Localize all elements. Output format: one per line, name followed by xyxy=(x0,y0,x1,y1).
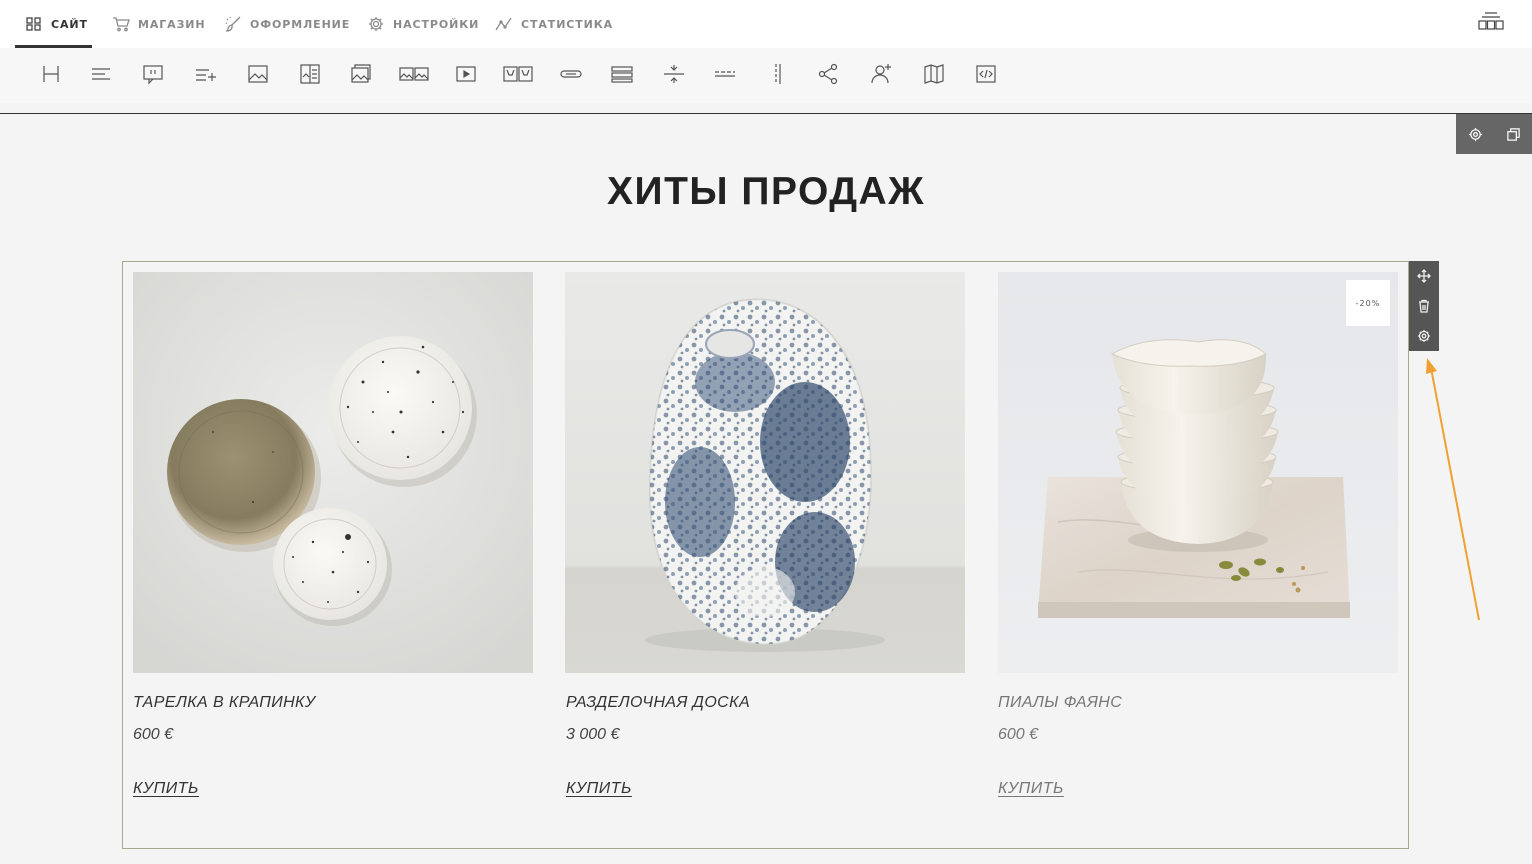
product-image-plates[interactable] xyxy=(133,272,533,673)
product-name[interactable]: ПИАЛЫ ФАЯНС xyxy=(998,694,1122,712)
trash-icon xyxy=(1419,299,1429,313)
tab-design[interactable]: ОФОРМЛЕНИЕ xyxy=(224,0,350,48)
team-icon xyxy=(871,64,891,84)
product-price: 3 000 € xyxy=(566,726,620,743)
toolbar-divider xyxy=(0,113,1532,114)
gear-icon xyxy=(1418,330,1430,342)
buy-button[interactable]: КУПИТЬ xyxy=(998,780,1064,798)
block-toolbar xyxy=(0,48,1532,103)
list-tool[interactable] xyxy=(194,62,218,86)
discount-badge: -20% xyxy=(1346,280,1390,326)
image-text-icon xyxy=(300,64,320,84)
product-price: 600 € xyxy=(133,726,174,743)
tab-statistics[interactable]: СТАТИСТИКА xyxy=(495,0,613,48)
button-tool[interactable] xyxy=(559,62,583,86)
heading-tool[interactable] xyxy=(39,62,63,86)
form-tool[interactable] xyxy=(610,62,634,86)
tab-settings-label: НАСТРОЙКИ xyxy=(393,17,480,31)
spacer-tool[interactable] xyxy=(662,62,686,86)
product-price: 600 € xyxy=(998,726,1039,743)
quote-tool[interactable] xyxy=(141,62,165,86)
spacer-icon xyxy=(664,65,684,83)
product-block-controls xyxy=(1409,261,1439,351)
tab-site-label: САЙТ xyxy=(51,17,88,31)
tab-shop[interactable]: МАГАЗИН xyxy=(112,0,206,48)
gallery-icon xyxy=(351,64,371,83)
carousel-tool[interactable] xyxy=(399,62,429,86)
code-icon xyxy=(976,65,996,83)
divider-icon xyxy=(715,71,735,77)
move-button[interactable] xyxy=(1409,261,1439,291)
brush-icon xyxy=(225,16,241,32)
buy-button[interactable]: КУПИТЬ xyxy=(566,780,632,798)
video-icon xyxy=(456,66,476,82)
quote-icon xyxy=(143,65,163,85)
share-tool[interactable] xyxy=(816,62,840,86)
video-tool[interactable] xyxy=(454,62,478,86)
tab-settings[interactable]: НАСТРОЙКИ xyxy=(367,0,479,48)
button-icon xyxy=(560,70,582,78)
product-image-bowls[interactable] xyxy=(998,272,1398,673)
tab-design-label: ОФОРМЛЕНИЕ xyxy=(250,17,351,31)
columns-icon xyxy=(775,64,781,84)
chart-icon xyxy=(495,17,512,31)
products-icon xyxy=(503,66,533,82)
tab-shop-label: МАГАЗИН xyxy=(138,17,206,31)
grid-icon xyxy=(26,17,41,31)
tab-statistics-label: СТАТИСТИКА xyxy=(521,17,614,31)
move-icon xyxy=(1417,269,1431,283)
map-tool[interactable] xyxy=(922,62,946,86)
image-text-tool[interactable] xyxy=(298,62,322,86)
carousel-icon xyxy=(399,67,429,81)
section-title[interactable]: ХИТЫ ПРОДАЖ xyxy=(0,170,1532,214)
heading-icon xyxy=(43,66,59,82)
divider-tool[interactable] xyxy=(713,62,737,86)
text-tool[interactable] xyxy=(89,62,113,86)
delete-button[interactable] xyxy=(1409,291,1439,321)
image-tool[interactable] xyxy=(246,62,270,86)
columns-tool[interactable] xyxy=(766,62,790,86)
cart-icon xyxy=(113,17,130,32)
annotation-arrow xyxy=(1426,358,1480,621)
gallery-tool[interactable] xyxy=(349,62,373,86)
store-logo-icon[interactable] xyxy=(1476,10,1506,34)
product-name[interactable]: ТАРЕЛКА В КРАПИНКУ xyxy=(133,694,316,712)
list-icon xyxy=(196,69,216,81)
top-navigation: САЙТ МАГАЗИН ОФОРМЛЕНИЕ НАСТРОЙКИ СТАТИС… xyxy=(0,0,1532,48)
image-icon xyxy=(248,65,268,83)
products-tool[interactable] xyxy=(503,62,533,86)
copy-icon xyxy=(1506,127,1520,141)
block-settings-button[interactable] xyxy=(1456,114,1494,154)
product-name[interactable]: РАЗДЕЛОЧНАЯ ДОСКА xyxy=(566,694,750,712)
tab-site[interactable]: САЙТ xyxy=(25,0,88,48)
block-controls xyxy=(1456,114,1532,154)
form-icon xyxy=(611,66,633,83)
buy-button[interactable]: КУПИТЬ xyxy=(133,780,199,798)
map-icon xyxy=(924,64,944,84)
text-icon xyxy=(92,68,110,80)
team-tool[interactable] xyxy=(869,62,893,86)
share-icon xyxy=(818,63,838,85)
product-image-cutting-board[interactable] xyxy=(565,272,965,673)
code-tool[interactable] xyxy=(974,62,998,86)
block-duplicate-button[interactable] xyxy=(1494,114,1532,154)
gear-icon xyxy=(1468,127,1482,141)
product-settings-button[interactable] xyxy=(1409,321,1439,351)
gear-icon xyxy=(369,17,383,31)
